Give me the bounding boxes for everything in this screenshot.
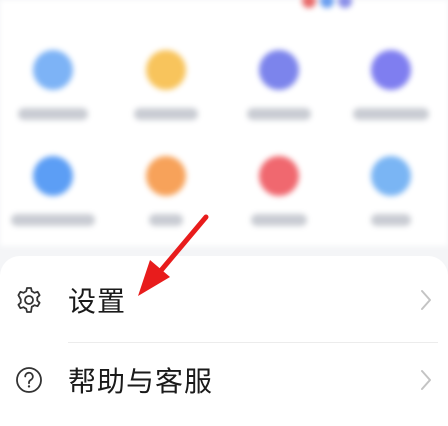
grid-tile[interactable] [346,126,436,226]
menu-card: 设置 帮助与客服 [0,256,448,426]
dot-purple [338,0,352,8]
chevron-right-icon [421,290,431,310]
chevron-right-icon [421,370,431,390]
tile-icon [259,50,299,90]
menu-item-help[interactable]: 帮助与客服 [0,340,448,420]
tile-label [18,108,88,120]
grid-tile[interactable] [8,20,98,120]
grid-tile[interactable] [346,20,436,120]
tile-label [11,214,95,226]
tile-label [251,214,307,226]
grid-tile[interactable] [121,20,211,120]
menu-item-label: 设置 [68,285,127,318]
menu-item-settings[interactable]: 设置 [0,260,448,340]
tile-label [149,214,183,226]
shortcut-grid-card [0,0,448,246]
grid-tile[interactable] [234,126,324,226]
grid-tile[interactable] [121,126,211,226]
tile-icon [33,50,73,90]
menu-item-label: 帮助与客服 [68,365,214,398]
grid-tile[interactable] [234,20,324,120]
tile-icon [146,50,186,90]
tile-label [247,108,311,120]
tile-icon [371,50,411,90]
tile-label [353,108,429,120]
tile-label [371,214,411,226]
gear-icon [17,287,41,313]
tile-label [134,108,198,120]
tile-icon [371,156,411,196]
question-circle-icon [16,367,42,393]
top-strip [0,0,448,14]
tile-icon [146,156,186,196]
tile-icon [259,156,299,196]
dot-red [302,0,316,8]
tile-icon [33,156,73,196]
dot-blue [320,0,334,8]
grid-tile[interactable] [8,126,98,226]
status-dots [302,0,352,8]
